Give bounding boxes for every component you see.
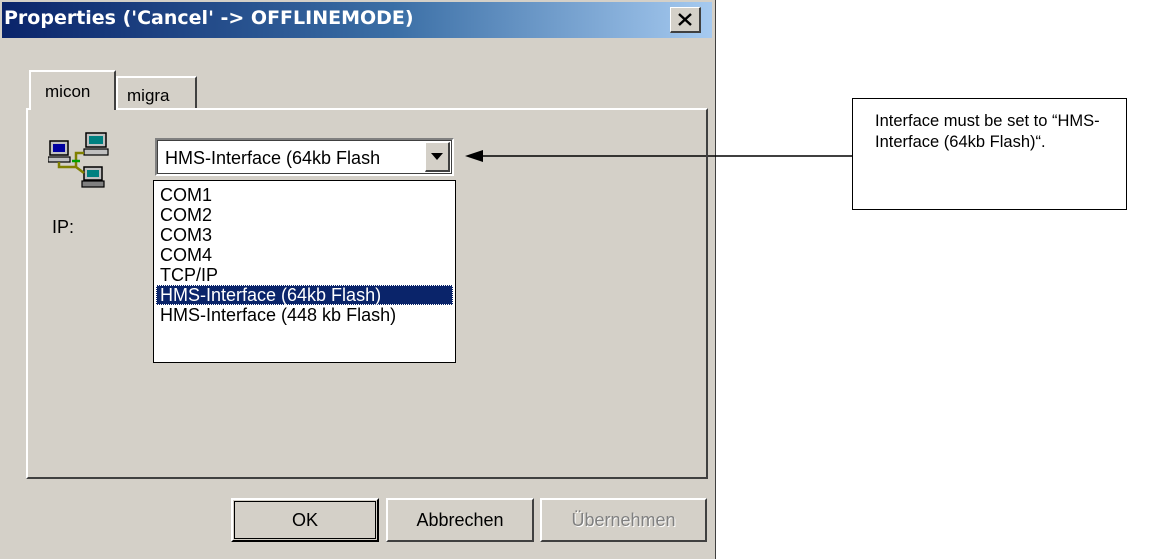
ok-button[interactable]: OK xyxy=(231,498,379,542)
interface-option-com2[interactable]: COM2 xyxy=(156,205,453,225)
apply-button[interactable]: Übernehmen xyxy=(540,498,707,542)
window-title: Properties ('Cancel' -> OFFLINEMODE) xyxy=(4,7,414,29)
interface-dropdown-list: COM1 COM2 COM3 COM4 TCP/IP HMS-Interface… xyxy=(153,180,456,363)
interface-select-arrow-button[interactable] xyxy=(425,142,450,172)
interface-option-hms-64kb[interactable]: HMS-Interface (64kb Flash) xyxy=(156,285,453,305)
tab-micon[interactable]: micon xyxy=(29,70,116,110)
dropdown-arrow-icon xyxy=(431,153,443,160)
interface-select[interactable]: HMS-Interface (64kb Flash xyxy=(155,138,454,176)
interface-option-com3[interactable]: COM3 xyxy=(156,225,453,245)
cancel-button[interactable]: Abbrechen xyxy=(386,498,534,542)
tab-migra-label: migra xyxy=(127,86,170,105)
title-bar: Properties ('Cancel' -> OFFLINEMODE) xyxy=(2,2,712,38)
interface-option-hms-448kb[interactable]: HMS-Interface (448 kb Flash) xyxy=(156,305,453,325)
annotation-callout: Interface must be set to “HMS-Interface … xyxy=(852,98,1127,210)
close-icon xyxy=(678,13,692,26)
interface-select-value: HMS-Interface (64kb Flash xyxy=(165,148,381,168)
interface-option-com1[interactable]: COM1 xyxy=(156,185,453,205)
tab-micon-label: micon xyxy=(45,82,91,101)
tab-migra[interactable]: migra xyxy=(116,76,197,110)
properties-dialog: Properties ('Cancel' -> OFFLINEMODE) mic… xyxy=(0,0,716,559)
close-button[interactable] xyxy=(670,7,701,33)
interface-option-tcpip[interactable]: TCP/IP xyxy=(156,265,453,285)
interface-option-com4[interactable]: COM4 xyxy=(156,245,453,265)
